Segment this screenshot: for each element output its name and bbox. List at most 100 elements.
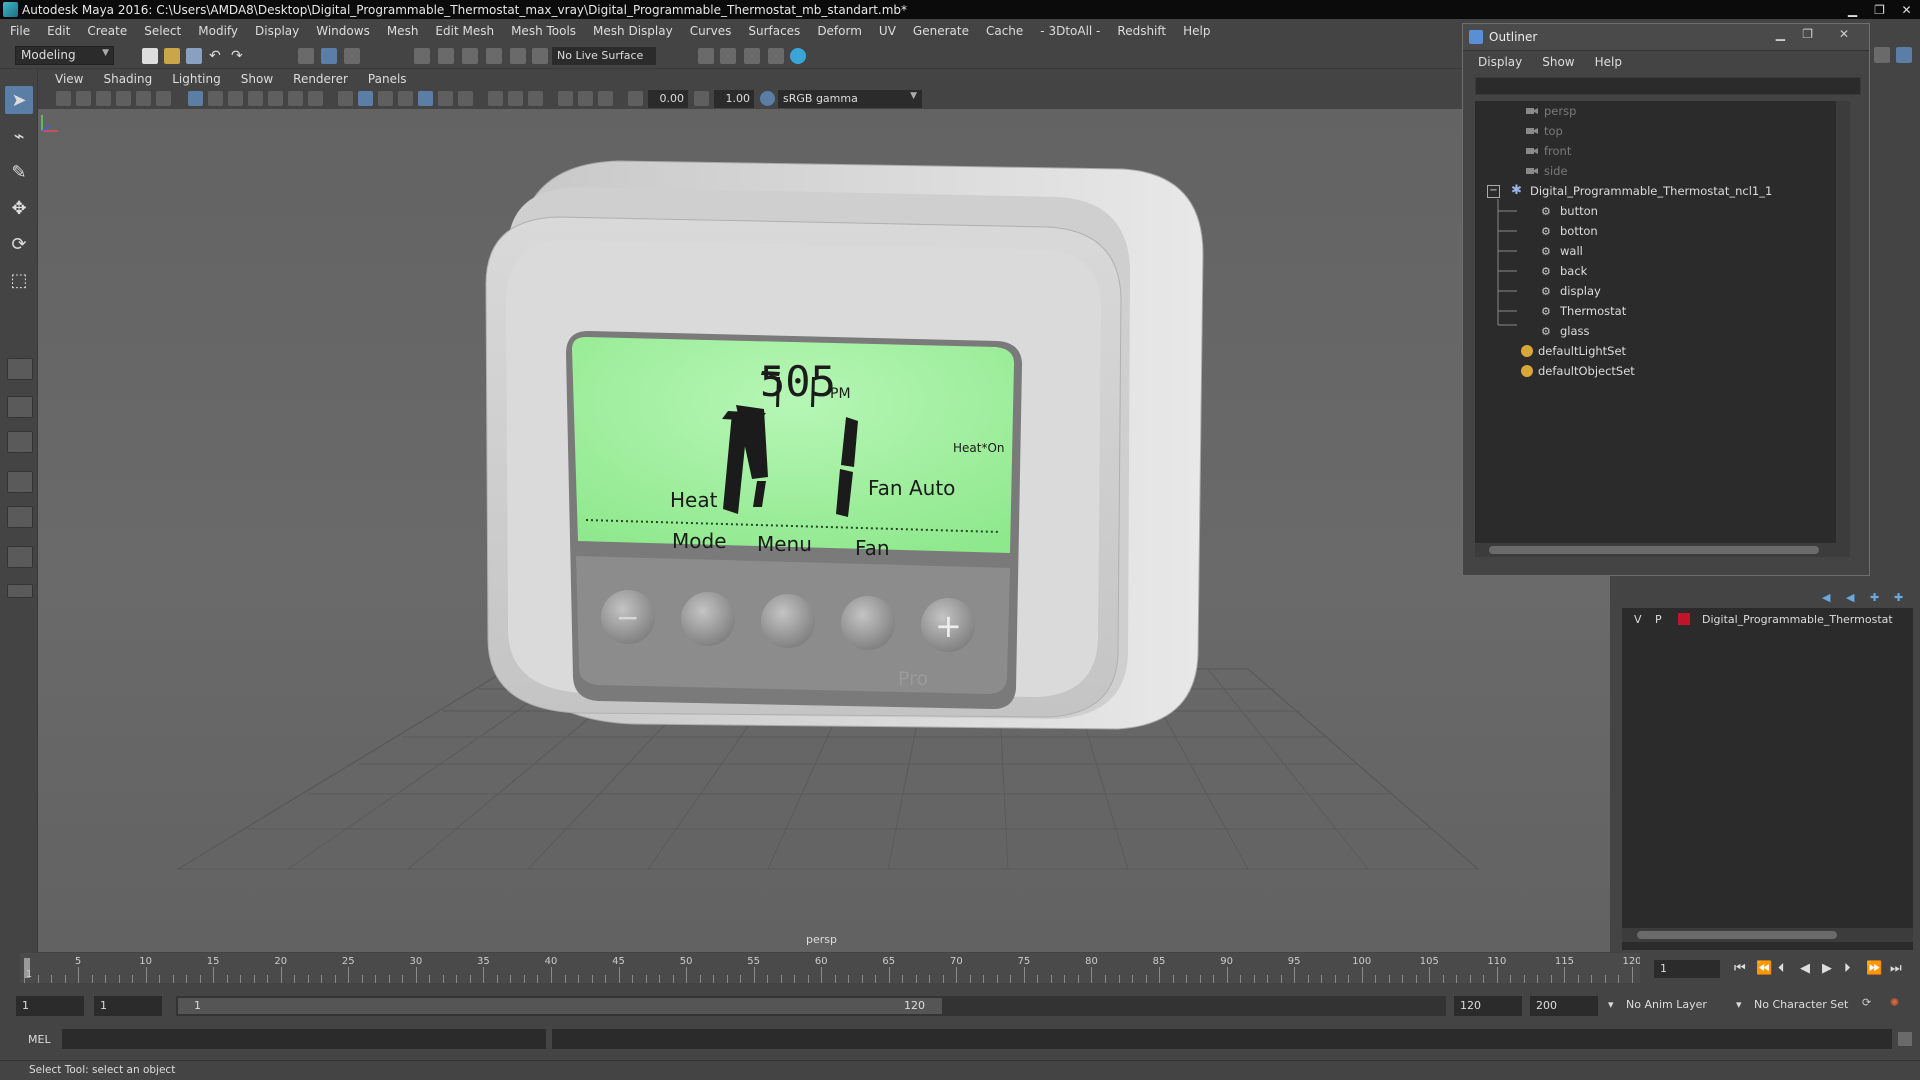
hud-icon[interactable] (558, 91, 573, 106)
paint-select-icon[interactable]: ✎ (5, 158, 33, 186)
collapse-icon[interactable]: − (1487, 184, 1500, 198)
wireframe-icon[interactable] (338, 91, 353, 106)
snap-view-icon[interactable] (486, 48, 502, 64)
outliner-item-mesh[interactable]: ⚙ button (1541, 201, 1598, 221)
step-forward-key-icon[interactable]: ⏩ (1866, 961, 1882, 976)
menu-mesh[interactable]: Mesh (387, 24, 419, 38)
view-transform-dropdown[interactable]: sRGB gamma ▼ (778, 90, 922, 108)
close-icon[interactable]: ✕ (1893, 0, 1920, 19)
menu-create[interactable]: Create (87, 24, 127, 38)
outliner-item-mesh[interactable]: ⚙ wall (1541, 241, 1583, 261)
shadows-icon[interactable] (438, 91, 453, 106)
bookmark-icon[interactable] (96, 91, 111, 106)
vp-menu-show[interactable]: Show (241, 72, 273, 86)
menu-mesh-display[interactable]: Mesh Display (593, 24, 673, 38)
layer-horizontal-scrollbar[interactable] (1622, 928, 1913, 942)
layout-graph-icon[interactable] (7, 506, 33, 528)
outliner-item-mesh[interactable]: ⚙ botton (1541, 221, 1598, 241)
preferences-icon[interactable]: ✺ (1890, 996, 1899, 1009)
step-forward-frame-icon[interactable]: ⏵ (1844, 961, 1851, 976)
layer-move-down-icon[interactable]: ◀ (1846, 591, 1862, 607)
outliner-item-set[interactable]: defaultObjectSet (1521, 361, 1635, 381)
scale-tool-icon[interactable]: ⬚ (5, 266, 33, 294)
menu-modify[interactable]: Modify (198, 24, 238, 38)
auto-key-icon[interactable]: ⟳ (1862, 996, 1871, 1009)
menu-uv[interactable]: UV (879, 24, 896, 38)
color-management-icon[interactable] (760, 91, 775, 106)
render-settings-icon[interactable] (698, 48, 714, 64)
layout-four-icon[interactable] (7, 396, 33, 418)
command-language-label[interactable]: MEL (28, 1033, 51, 1046)
new-layer-icon[interactable]: ✚ (1870, 591, 1886, 607)
menu-3dtoall[interactable]: - 3DtoAll - (1040, 24, 1100, 38)
layout-hypershade-icon[interactable] (7, 546, 33, 568)
outliner-search-input[interactable] (1475, 77, 1861, 95)
safe-title-icon[interactable] (308, 91, 323, 106)
vp-menu-view[interactable]: View (55, 72, 83, 86)
select-object-icon[interactable] (321, 48, 337, 64)
close-icon[interactable]: ✕ (1839, 27, 1849, 41)
select-component-icon[interactable] (344, 48, 360, 64)
menu-select[interactable]: Select (144, 24, 181, 38)
outliner-item-camera[interactable]: side (1525, 161, 1568, 181)
menu-generate[interactable]: Generate (913, 24, 969, 38)
outliner-item-camera[interactable]: front (1525, 141, 1571, 161)
start-time-field[interactable]: 1 (16, 996, 84, 1016)
play-forwards-icon[interactable]: ▶ (1822, 961, 1832, 976)
outliner-vertical-scrollbar[interactable] (1836, 101, 1850, 557)
safe-action-icon[interactable] (288, 91, 303, 106)
rotate-tool-icon[interactable]: ⟳ (5, 230, 33, 258)
outliner-item-mesh[interactable]: ⚙ glass (1541, 321, 1590, 341)
gamma-field[interactable]: 1.00 (714, 90, 754, 108)
select-hierarchy-icon[interactable] (298, 48, 314, 64)
vp-menu-lighting[interactable]: Lighting (172, 72, 221, 86)
menu-cache[interactable]: Cache (986, 24, 1023, 38)
outliner-item-group[interactable]: − ✱ Digital_Programmable_Thermostat_ncl1_1 (1487, 181, 1772, 201)
render-view-icon[interactable] (720, 48, 736, 64)
outliner-horizontal-scrollbar[interactable] (1475, 543, 1836, 557)
screen-ao-icon[interactable] (458, 91, 473, 106)
minimize-icon[interactable]: ▁ (1776, 27, 1785, 41)
outliner-item-mesh[interactable]: ⚙ Thermostat (1541, 301, 1626, 321)
playback-start-field[interactable]: 1 (94, 996, 162, 1016)
snap-curve-icon[interactable] (438, 48, 454, 64)
move-tool-icon[interactable]: ✥ (5, 194, 33, 222)
lasso-tool-icon[interactable]: ⌁ (5, 122, 33, 150)
textured-icon[interactable] (398, 91, 413, 106)
select-tool-icon[interactable]: ➤ (5, 86, 33, 114)
layer-playback-toggle[interactable]: P (1655, 613, 1662, 626)
step-back-frame-icon[interactable]: ⏴ (1778, 961, 1785, 976)
snap-point-icon[interactable] (462, 48, 478, 64)
go-to-end-icon[interactable]: ⏭ (1890, 961, 1902, 976)
outliner-menu-help[interactable]: Help (1595, 55, 1622, 69)
layer-move-up-icon[interactable]: ◀ (1822, 591, 1838, 607)
anim-layer-dropdown[interactable]: No Anim Layer (1626, 998, 1707, 1011)
ipr-render-icon[interactable] (768, 48, 784, 64)
end-time-field[interactable]: 200 (1530, 996, 1598, 1016)
xray-joints-icon[interactable] (528, 91, 543, 106)
grid-toggle-icon[interactable] (188, 91, 203, 106)
field-chart-icon[interactable] (268, 91, 283, 106)
perspective-viewport[interactable]: 505 PM Heat*On Heat Fan Auto Mode Menu F… (38, 109, 1610, 952)
outliner-item-camera[interactable]: persp (1525, 101, 1576, 121)
play-backwards-icon[interactable]: ◀ (1800, 961, 1810, 976)
outliner-menu-display[interactable]: Display (1478, 55, 1522, 69)
vp-menu-shading[interactable]: Shading (103, 72, 152, 86)
outliner-menu-show[interactable]: Show (1542, 55, 1574, 69)
hypershade-icon[interactable] (790, 48, 806, 64)
character-set-dropdown[interactable]: No Character Set (1754, 998, 1848, 1011)
gamma-icon[interactable] (694, 91, 709, 106)
new-scene-icon[interactable] (142, 48, 158, 64)
use-all-lights-icon[interactable] (418, 91, 433, 106)
menu-help[interactable]: Help (1183, 24, 1210, 38)
go-to-start-icon[interactable]: ⏮ (1734, 961, 1746, 976)
live-surface-field[interactable]: No Live Surface (552, 47, 656, 65)
layer-visibility-toggle[interactable]: V (1634, 613, 1642, 626)
playback-end-field[interactable]: 120 (1454, 996, 1522, 1016)
resolution-gate-icon[interactable] (228, 91, 243, 106)
wireframe-on-shaded-icon[interactable] (378, 91, 393, 106)
attribute-editor-icon[interactable] (1896, 47, 1912, 63)
menu-mesh-tools[interactable]: Mesh Tools (511, 24, 576, 38)
menu-edit[interactable]: Edit (47, 24, 70, 38)
layout-single-icon[interactable] (7, 358, 33, 380)
